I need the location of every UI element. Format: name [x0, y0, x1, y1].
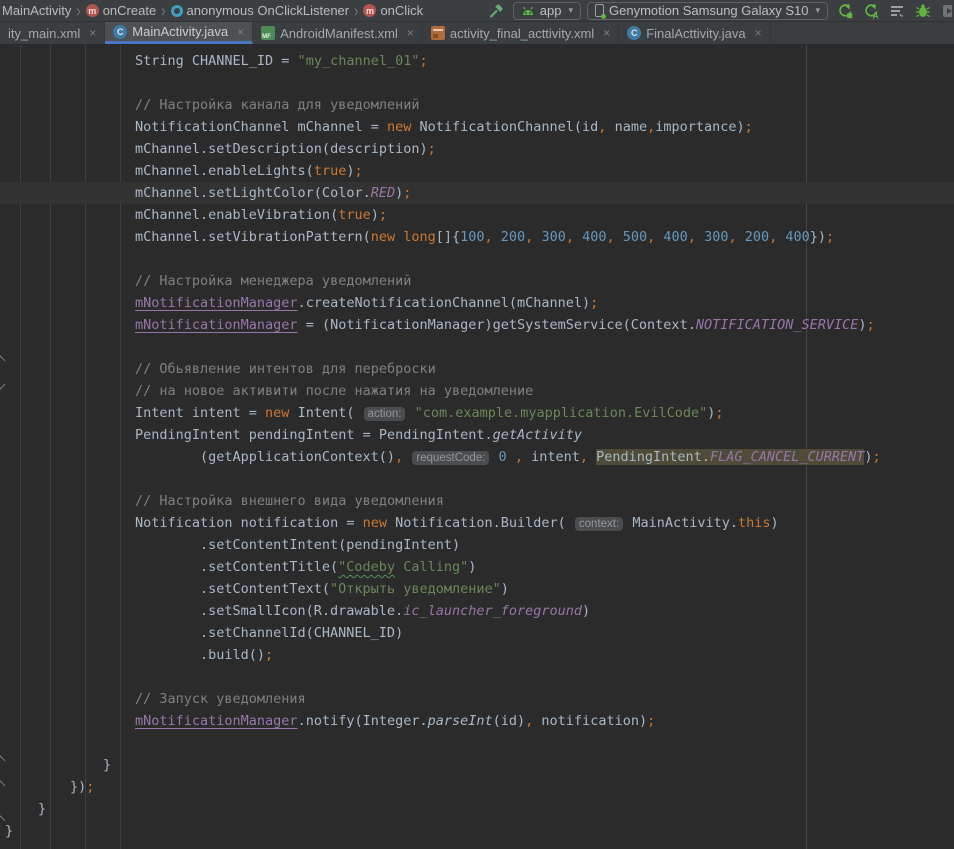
tab-label: FinalActtivity.java — [646, 26, 745, 41]
code-line: .setContentText("Открыть уведомление") — [0, 578, 954, 600]
java-class-icon: C — [627, 26, 641, 40]
breadcrumb: MainActivity › m onCreate › anonymous On… — [0, 3, 425, 18]
layout-xml-icon — [431, 26, 445, 40]
android-icon — [521, 5, 535, 17]
code-line — [0, 468, 954, 490]
code-line: NotificationChannel mChannel = new Notif… — [0, 116, 954, 138]
breadcrumb-item-anonymous-class[interactable]: anonymous OnClickListener — [169, 3, 352, 18]
editor-tabs: ity_main.xml × C MainActivity.java × And… — [0, 22, 954, 45]
close-icon[interactable]: × — [755, 26, 762, 40]
code-line: .setContentIntent(pendingIntent) — [0, 534, 954, 556]
tab-mainactivity-java[interactable]: C MainActivity.java × — [105, 22, 253, 44]
code-line: mChannel.setVibrationPattern(new long[]{… — [0, 226, 954, 248]
apply-code-changes-icon[interactable]: A — [860, 1, 882, 21]
tab-androidmanifest-xml[interactable]: AndroidManifest.xml × — [253, 22, 423, 44]
code-line: mChannel.setDescription(description); — [0, 138, 954, 160]
tab-finalacttivity-java[interactable]: C FinalActtivity.java × — [619, 22, 770, 44]
code-line: (getApplicationContext(), requestCode: 0… — [0, 446, 954, 468]
code-line: } — [0, 754, 954, 776]
code-line: PendingIntent pendingIntent = PendingInt… — [0, 424, 954, 446]
module-selector-label: app — [540, 3, 562, 18]
breadcrumb-item-oncreate[interactable]: m onCreate — [84, 3, 158, 18]
code-line: mNotificationManager.createNotificationC… — [0, 292, 954, 314]
code-line: } — [0, 820, 954, 842]
tab-label: ity_main.xml — [8, 26, 80, 41]
chevron-down-icon: ▾ — [569, 5, 574, 16]
tab-label: AndroidManifest.xml — [280, 26, 398, 41]
code-line: // на новое активити после нажатия на ув… — [0, 380, 954, 402]
code-line: mNotificationManager.notify(Integer.pars… — [0, 710, 954, 732]
apply-changes-restart-activity-icon[interactable] — [834, 1, 856, 21]
code-line: // Настройка внешнего вида уведомления — [0, 490, 954, 512]
breadcrumb-separator-icon: › — [351, 1, 361, 20]
breadcrumb-label: onClick — [380, 3, 423, 18]
run-configurations-icon[interactable] — [886, 1, 908, 21]
code-line: mNotificationManager = (NotificationMana… — [0, 314, 954, 336]
code-line: mChannel.enableVibration(true); — [0, 204, 954, 226]
code-line: // Обьявление интентов для переброски — [0, 358, 954, 380]
method-icon: m — [363, 4, 376, 17]
tab-activity-final-acttivity-xml[interactable]: activity_final_acttivity.xml × — [423, 22, 619, 44]
code-line: .setContentTitle("Codeby Calling") — [0, 556, 954, 578]
ide-window: MainActivity › m onCreate › anonymous On… — [0, 0, 954, 849]
device-selector-label: Genymotion Samsung Galaxy S10 — [609, 3, 808, 18]
breadcrumb-label: onCreate — [103, 3, 156, 18]
code-line: // Настройка канала для уведомлений — [0, 94, 954, 116]
device-selector[interactable]: Genymotion Samsung Galaxy S10 ▾ — [587, 2, 828, 20]
toolbar-action-icons: A — [834, 1, 952, 21]
code-line: String CHANNEL_ID = "my_channel_01"; — [0, 50, 954, 72]
breadcrumb-item-onclick[interactable]: m onClick — [361, 3, 425, 18]
close-icon[interactable]: × — [407, 26, 414, 40]
code-line — [0, 666, 954, 688]
build-hammer-icon[interactable] — [485, 1, 507, 21]
close-icon[interactable]: × — [603, 26, 610, 40]
code-line — [0, 72, 954, 94]
breadcrumb-separator-icon: › — [73, 1, 83, 20]
profile-icon[interactable] — [938, 1, 952, 21]
code-line — [0, 248, 954, 270]
code-line: // Запуск уведомления — [0, 688, 954, 710]
code-line: Intent intent = new Intent( action: "com… — [0, 402, 954, 424]
code-editor[interactable]: String CHANNEL_ID = "my_channel_01"; // Н… — [0, 45, 954, 849]
code-line: } — [0, 798, 954, 820]
code-line: Notification notification = new Notifica… — [0, 512, 954, 534]
code-line: .build(); — [0, 644, 954, 666]
method-icon: m — [86, 4, 99, 17]
device-phone-icon — [595, 4, 604, 17]
code-line: mChannel.setLightColor(Color.RED); — [0, 182, 954, 204]
manifest-file-icon — [261, 26, 275, 40]
main-toolbar: MainActivity › m onCreate › anonymous On… — [0, 0, 954, 22]
code-line: mChannel.enableLights(true); — [0, 160, 954, 182]
debug-icon[interactable] — [912, 1, 934, 21]
breadcrumb-label: MainActivity — [2, 3, 71, 18]
module-selector[interactable]: app ▾ — [513, 2, 581, 20]
code-line — [0, 732, 954, 754]
code-line: // Настройка менеджера уведомлений — [0, 270, 954, 292]
close-icon[interactable]: × — [89, 26, 96, 40]
toolbar-run-controls: app ▾ Genymotion Samsung Galaxy S10 ▾ — [485, 1, 952, 21]
code-lines: String CHANNEL_ID = "my_channel_01"; // Н… — [0, 50, 954, 842]
code-line — [0, 336, 954, 358]
breadcrumb-separator-icon: › — [158, 1, 168, 20]
code-line: }); — [0, 776, 954, 798]
java-class-icon: C — [113, 25, 127, 39]
code-line: .setChannelId(CHANNEL_ID) — [0, 622, 954, 644]
anonymous-class-icon — [171, 5, 183, 17]
tab-label: activity_final_acttivity.xml — [450, 26, 594, 41]
breadcrumb-item-class[interactable]: MainActivity — [0, 3, 73, 18]
svg-text:A: A — [873, 10, 879, 19]
close-icon[interactable]: × — [237, 25, 244, 39]
code-line: .setSmallIcon(R.drawable.ic_launcher_for… — [0, 600, 954, 622]
tab-label: MainActivity.java — [132, 24, 228, 39]
breadcrumb-label: anonymous OnClickListener — [187, 3, 350, 18]
chevron-down-icon: ▾ — [815, 5, 820, 16]
tab-activity-main-xml[interactable]: ity_main.xml × — [0, 22, 105, 44]
